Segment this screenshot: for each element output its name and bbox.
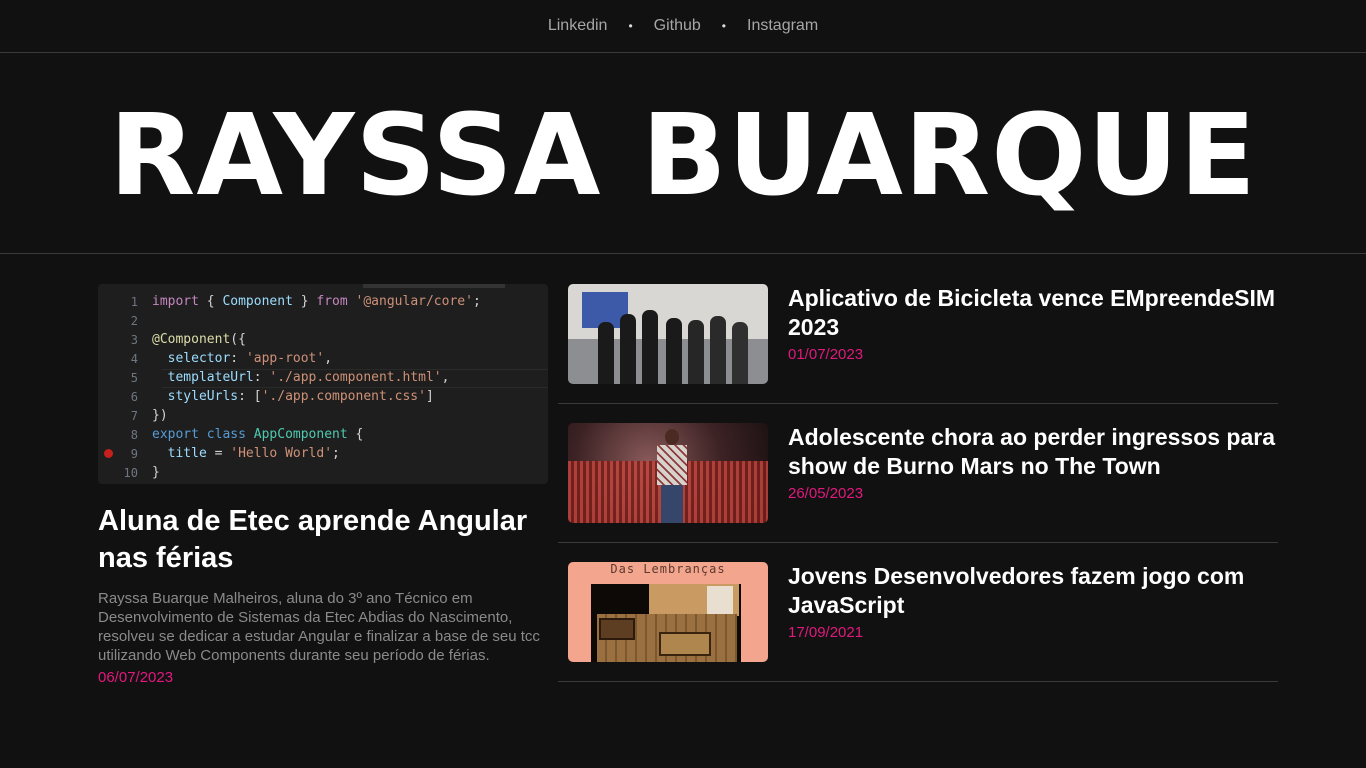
code-line: 2: [130, 313, 138, 328]
side-story[interactable]: Aplicativo de Bicicleta vence EMpreendeS…: [558, 284, 1278, 404]
editor-tab-indicator: [363, 284, 505, 288]
game-title-caption: Das Lembranças: [610, 562, 726, 576]
group-photo-thumbnail[interactable]: [568, 284, 768, 384]
code-line: 5 templateUrl: './app.component.html',: [130, 370, 450, 385]
side-story-date: 26/05/2023: [788, 485, 864, 502]
code-editor-image[interactable]: 1 import { Component } from '@angular/co…: [98, 284, 548, 484]
masthead: RAYSSA BUARQUE: [0, 53, 1366, 254]
code-line: 6 styleUrls: ['./app.component.css']: [130, 389, 434, 404]
side-story-date: 17/09/2021: [788, 624, 864, 641]
side-stories: Aplicativo de Bicicleta vence EMpreendeS…: [558, 284, 1278, 682]
side-story-date: 01/07/2023: [788, 346, 864, 363]
code-line: 4 selector: 'app-root',: [130, 351, 333, 366]
side-story-title[interactable]: Aplicativo de Bicicleta vence EMpreendeS…: [788, 284, 1278, 342]
side-story-title[interactable]: Jovens Desenvolvedores fazem jogo com Ja…: [788, 562, 1278, 620]
nav-separator: •: [628, 19, 633, 33]
code-line: 1 import { Component } from '@angular/co…: [130, 294, 481, 309]
nav-link-linkedin[interactable]: Linkedin: [548, 17, 608, 35]
nav-link-github[interactable]: Github: [654, 17, 701, 35]
main-story-date: 06/07/2023: [98, 669, 174, 686]
side-story[interactable]: Das Lembranças Jovens Desenvolvedores fa…: [558, 543, 1278, 682]
nav-link-instagram[interactable]: Instagram: [747, 17, 818, 35]
code-line: 8 export class AppComponent {: [130, 427, 364, 442]
main-story[interactable]: 1 import { Component } from '@angular/co…: [98, 284, 548, 686]
nav-separator: •: [721, 19, 726, 33]
code-line: 9 title = 'Hello World';: [98, 444, 548, 463]
code-line: 10 }: [123, 465, 160, 480]
game-screenshot-thumbnail[interactable]: Das Lembranças: [568, 562, 768, 662]
side-story[interactable]: Adolescente chora ao perder ingressos pa…: [558, 404, 1278, 543]
main-story-title[interactable]: Aluna de Etec aprende Angular nas férias: [98, 503, 548, 577]
code-line: 7 }): [130, 408, 168, 423]
code-line: 3 @Component({: [130, 332, 246, 347]
main-story-description: Rayssa Buarque Malheiros, aluna do 3º an…: [98, 590, 540, 664]
breakpoint-icon: [104, 449, 113, 458]
side-story-title[interactable]: Adolescente chora ao perder ingressos pa…: [788, 423, 1278, 481]
top-nav: Linkedin • Github • Instagram: [0, 0, 1366, 53]
site-title: RAYSSA BUARQUE: [109, 91, 1257, 221]
concert-photo-thumbnail[interactable]: [568, 423, 768, 523]
